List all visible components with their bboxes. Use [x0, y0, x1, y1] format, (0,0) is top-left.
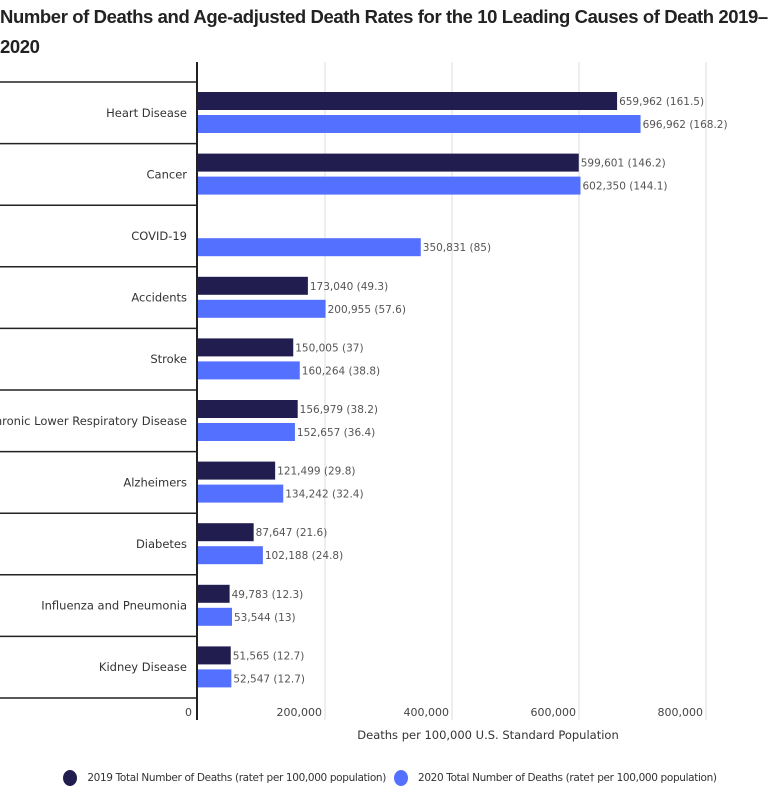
bar-2020[interactable] [198, 299, 326, 318]
data-label: 173,040 (49.3) [310, 281, 388, 293]
data-label: 53,544 (13) [234, 612, 296, 624]
x-tick-label: 800,000 [658, 706, 704, 719]
legend-item-2019[interactable]: 2019 Total Number of Deaths (rate† per 1… [63, 770, 386, 786]
data-label: 160,264 (38.8) [302, 365, 380, 377]
category-label: COVID-19 [131, 229, 187, 243]
data-label: 599,601 (146.2) [581, 158, 666, 170]
legend-item-2020[interactable]: 2020 Total Number of Deaths (rate† per 1… [394, 770, 717, 786]
legend-label-2020: 2020 Total Number of Deaths (rate† per 1… [418, 772, 717, 784]
bar-2020[interactable] [198, 669, 232, 688]
category-label: Chronic Lower Respiratory Disease [0, 414, 187, 428]
category-label: Accidents [131, 291, 187, 305]
x-axis-title: Deaths per 100,000 U.S. Standard Populat… [357, 728, 618, 742]
bar-2019[interactable] [198, 461, 276, 480]
bar-2019[interactable] [198, 400, 298, 418]
bar-2019[interactable] [198, 153, 579, 172]
data-label: 696,962 (168.2) [643, 119, 728, 131]
category-rows: Heart Disease Cancer COVID-19 Accidents Stro… [0, 81, 196, 699]
bar-2019[interactable] [198, 276, 308, 295]
data-label: 121,499 (29.8) [277, 466, 355, 478]
bar-chart: Heart Disease Cancer COVID-19 Accidents Stro… [0, 62, 728, 742]
data-label: 87,647 (21.6) [256, 527, 328, 539]
x-tick-label: 400,000 [404, 706, 450, 719]
category-label: Alzheimers [123, 475, 187, 489]
data-label: 602,350 (144.1) [582, 181, 667, 193]
bar-2020[interactable] [198, 546, 263, 565]
x-tick-label: 200,000 [277, 706, 323, 719]
legend: 2019 Total Number of Deaths (rate† per 1… [0, 770, 780, 786]
category-label: Cancer [147, 167, 188, 181]
data-label: 156,979 (38.2) [300, 404, 378, 416]
data-label: 152,657 (36.4) [297, 427, 375, 439]
data-label: 134,242 (32.4) [285, 489, 363, 501]
bars: 659,962 (161.5) 696,962 (168.2) 599,601 (1… [198, 92, 728, 688]
legend-marker-2019-icon [63, 770, 78, 786]
data-label: 200,955 (57.6) [328, 304, 406, 316]
bar-2020[interactable] [198, 423, 295, 441]
data-label: 49,783 (12.3) [232, 589, 304, 601]
data-label: 350,831 (85) [423, 242, 491, 254]
bar-2019[interactable] [198, 92, 618, 110]
category-label: Influenza and Pneumonia [41, 599, 187, 613]
category-label: Diabetes [136, 537, 187, 551]
data-label: 659,962 (161.5) [619, 96, 704, 108]
bar-2019[interactable] [198, 338, 294, 357]
legend-marker-2020-icon [394, 770, 408, 786]
bar-2020[interactable] [198, 176, 581, 195]
legend-label-2019: 2019 Total Number of Deaths (rate† per 1… [87, 772, 386, 784]
bar-2020[interactable] [198, 238, 421, 257]
bar-2020[interactable] [198, 484, 284, 503]
bar-2020[interactable] [198, 115, 641, 133]
x-tick-label: 600,000 [531, 706, 577, 719]
category-label: Heart Disease [106, 106, 187, 120]
bar-2019[interactable] [198, 523, 254, 542]
x-tick-label: 0 [185, 706, 192, 719]
data-label: 150,005 (37) [295, 342, 363, 354]
bar-2019[interactable] [198, 646, 231, 665]
bar-2020[interactable] [198, 607, 233, 626]
data-label: 51,565 (12.7) [233, 650, 305, 662]
bar-2019[interactable] [198, 584, 230, 603]
category-label: Stroke [150, 352, 187, 366]
bar-2020[interactable] [198, 361, 300, 380]
category-label: Kidney Disease [99, 660, 187, 674]
data-label: 102,188 (24.8) [265, 550, 343, 562]
data-label: 52,547 (12.7) [233, 673, 305, 685]
x-axis-ticks: 0 200,000 400,000 600,000 800,000 [185, 706, 703, 719]
